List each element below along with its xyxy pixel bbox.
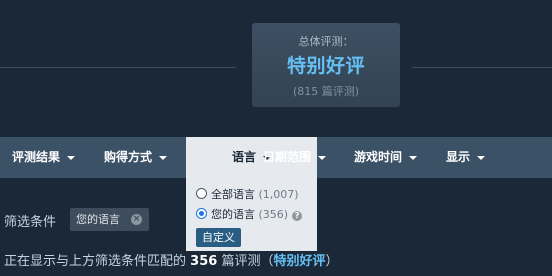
tab-playtime[interactable]: 游戏时间	[354, 137, 418, 178]
tab-date-range[interactable]: 日期范围	[263, 137, 327, 178]
status-line: 正在显示与上方筛选条件匹配的 356 篇评测（特别好评）	[4, 250, 338, 269]
overall-reviews-summary: 总体评测： 特别好评 (815 篇评测)	[252, 23, 400, 107]
tab-label: 语言	[231, 150, 256, 164]
option-label: 您的语言	[211, 208, 255, 221]
status-rating: 特别好评	[273, 254, 326, 269]
option-count: (356)	[258, 208, 289, 221]
chevron-down-icon	[159, 155, 168, 160]
tab-label: 日期范围	[263, 150, 312, 164]
chevron-down-icon	[67, 155, 76, 160]
status-count: 356	[190, 254, 218, 269]
overall-reviews-label: 总体评测：	[298, 35, 354, 48]
language-option-all[interactable]: 全部语言 (1,007)	[196, 188, 299, 202]
tab-label: 显示	[446, 150, 471, 164]
close-icon[interactable]: ×	[131, 214, 142, 225]
tab-label: 游戏时间	[354, 150, 403, 164]
status-prefix: 正在显示与上方筛选条件匹配的	[4, 254, 187, 269]
radio-button-checked[interactable]	[196, 208, 207, 219]
radio-button-unchecked[interactable]	[196, 188, 207, 199]
active-filters-label: 筛选条件	[4, 215, 57, 230]
chevron-down-icon	[477, 155, 486, 160]
option-count: (1,007)	[258, 188, 299, 201]
tab-purchase-type[interactable]: 购得方式	[104, 137, 168, 178]
divider-right	[412, 67, 552, 68]
filter-chip-your-language[interactable]: 您的语言 ×	[70, 208, 149, 231]
review-filter-bar: 评测结果 购得方式 语言 日期范围 游戏时间 显示	[0, 137, 552, 178]
chevron-down-icon	[318, 155, 327, 160]
status-middle: 篇评测（	[221, 254, 274, 269]
chip-label: 您的语言	[76, 213, 120, 226]
tab-display[interactable]: 显示	[446, 137, 486, 178]
tab-label: 评测结果	[12, 150, 61, 164]
divider-left	[0, 67, 236, 68]
tab-review-type[interactable]: 评测结果	[12, 137, 76, 178]
option-label: 全部语言	[211, 188, 255, 201]
tab-label: 购得方式	[104, 150, 153, 164]
review-count: (815 篇评测)	[292, 85, 360, 98]
overall-rating: 特别好评	[286, 55, 365, 77]
customize-button[interactable]: 自定义	[196, 228, 241, 247]
chevron-down-icon	[409, 155, 418, 160]
status-suffix: ）	[325, 254, 339, 269]
help-icon[interactable]: ?	[292, 211, 303, 221]
language-option-yours[interactable]: 您的语言 (356)?	[196, 208, 303, 222]
language-dropdown: 全部语言 (1,007) 您的语言 (356)? 自定义	[186, 178, 317, 251]
